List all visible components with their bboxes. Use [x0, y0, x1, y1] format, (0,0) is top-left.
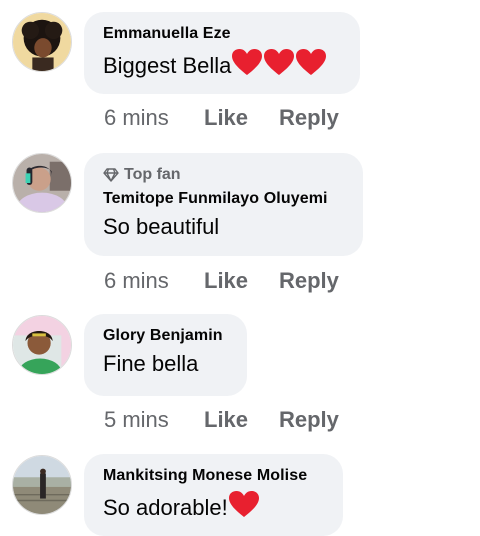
red-heart-icon — [231, 48, 263, 83]
diamond-icon — [103, 168, 119, 182]
avatar-image — [13, 316, 71, 374]
reply-button[interactable]: Reply — [279, 104, 339, 132]
red-heart-icon — [263, 48, 295, 83]
avatar[interactable] — [12, 455, 72, 515]
like-button[interactable]: Like — [204, 267, 248, 295]
comment-1: Emmanuella Eze Biggest Bella 6 mins Like… — [0, 0, 480, 150]
avatar-image — [13, 13, 71, 71]
red-heart-icon — [295, 48, 327, 83]
top-fan-badge: Top fan — [103, 165, 344, 185]
comment-2: Top fan Temitope Funmilayo Oluyemi So be… — [0, 150, 480, 310]
avatar-image — [13, 154, 71, 212]
avatar[interactable] — [12, 315, 72, 375]
comment-text: So beautiful — [103, 213, 344, 241]
comment-text: Biggest Bella — [103, 48, 341, 83]
red-heart-icon — [228, 490, 260, 525]
comment-text: Fine bella — [103, 350, 228, 378]
comment-body: Biggest Bella — [103, 52, 232, 78]
reply-button[interactable]: Reply — [279, 267, 339, 295]
badge-label: Top fan — [124, 166, 181, 183]
comment-bubble: Emmanuella Eze Biggest Bella — [84, 12, 360, 94]
author-name[interactable]: Temitope Funmilayo Oluyemi — [103, 189, 344, 209]
comment-text: So adorable! — [103, 490, 324, 525]
author-name[interactable]: Mankitsing Monese Molise — [103, 466, 324, 486]
comment-bubble: Glory Benjamin Fine bella — [84, 314, 247, 396]
comment-4: Mankitsing Monese Molise So adorable! — [0, 450, 480, 536]
author-name[interactable]: Emmanuella Eze — [103, 24, 341, 44]
reply-button[interactable]: Reply — [279, 406, 339, 434]
comment-body: Fine bella — [103, 351, 199, 376]
comment-3: Glory Benjamin Fine bella 5 mins Like Re… — [0, 310, 480, 450]
comment-time: 6 mins — [104, 268, 169, 293]
like-button[interactable]: Like — [204, 104, 248, 132]
avatar[interactable] — [12, 12, 72, 72]
comment-bubble: Mankitsing Monese Molise So adorable! — [84, 454, 343, 536]
like-button[interactable]: Like — [204, 406, 248, 434]
comment-time: 5 mins — [104, 407, 169, 432]
avatar[interactable] — [12, 153, 72, 213]
comment-body: So beautiful — [103, 214, 220, 239]
author-name[interactable]: Glory Benjamin — [103, 326, 228, 346]
comment-time: 6 mins — [104, 105, 169, 130]
avatar-image — [13, 456, 71, 514]
comment-body: So adorable! — [103, 494, 228, 520]
comment-bubble: Top fan Temitope Funmilayo Oluyemi So be… — [84, 153, 363, 256]
